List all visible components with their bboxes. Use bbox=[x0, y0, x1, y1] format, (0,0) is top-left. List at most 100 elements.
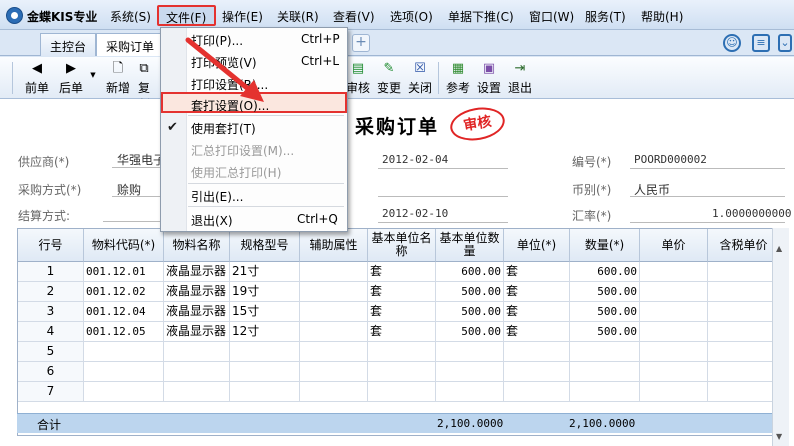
table-cell[interactable] bbox=[570, 342, 640, 362]
next-doc-dropdown-icon[interactable]: ▼ bbox=[88, 71, 98, 79]
table-cell[interactable]: 500.00 bbox=[570, 282, 640, 302]
table-cell[interactable]: 500.00 bbox=[570, 302, 640, 322]
prev-doc-button[interactable]: ◀ 前单 bbox=[22, 60, 52, 96]
col-header-base-unit-name[interactable]: 基本单位名称 bbox=[368, 229, 436, 262]
table-cell[interactable] bbox=[300, 322, 368, 342]
table-cell[interactable] bbox=[708, 362, 778, 382]
table-cell[interactable]: 液晶显示器 bbox=[164, 262, 230, 282]
table-cell[interactable] bbox=[84, 342, 164, 362]
menu-file[interactable]: 文件(F) bbox=[157, 5, 216, 26]
menu-view[interactable]: 查看(V) bbox=[333, 8, 375, 25]
table-cell[interactable] bbox=[230, 342, 300, 362]
table-cell[interactable]: 液晶显示器 bbox=[164, 282, 230, 302]
col-header-unit[interactable]: 单位(*) bbox=[504, 229, 570, 262]
table-cell[interactable] bbox=[164, 382, 230, 402]
menu-window[interactable]: 窗口(W) bbox=[529, 8, 574, 25]
table-cell[interactable]: 600.00 bbox=[436, 262, 504, 282]
tab-purchase-order[interactable]: 采购订单 bbox=[96, 33, 170, 56]
table-cell[interactable] bbox=[84, 362, 164, 382]
menu-push-down[interactable]: 单据下推(C) bbox=[448, 8, 514, 25]
scroll-up-icon[interactable]: ▲ bbox=[776, 244, 782, 253]
table-cell[interactable] bbox=[164, 362, 230, 382]
delivery-date-field[interactable]: 2012-02-10 bbox=[382, 207, 448, 220]
table-cell[interactable]: 500.00 bbox=[570, 322, 640, 342]
table-cell[interactable] bbox=[300, 342, 368, 362]
col-header-base-unit-qty[interactable]: 基本单位数量 bbox=[436, 229, 504, 262]
table-cell[interactable]: 001.12.05 bbox=[84, 322, 164, 342]
table-cell[interactable]: 500.00 bbox=[436, 322, 504, 342]
table-cell[interactable]: 500.00 bbox=[436, 282, 504, 302]
menu-item-export[interactable]: 引出(E)... bbox=[191, 188, 243, 205]
table-cell[interactable] bbox=[570, 382, 640, 402]
table-cell[interactable]: 套 bbox=[368, 282, 436, 302]
table-cell[interactable] bbox=[504, 382, 570, 402]
table-cell[interactable] bbox=[368, 382, 436, 402]
table-cell[interactable]: 6 bbox=[18, 362, 84, 382]
table-cell[interactable] bbox=[300, 382, 368, 402]
menu-item-summary-print-setup[interactable]: 汇总打印设置(M)... bbox=[191, 142, 294, 159]
table-cell[interactable] bbox=[300, 362, 368, 382]
table-cell[interactable]: 液晶显示器 bbox=[164, 302, 230, 322]
table-cell[interactable] bbox=[570, 362, 640, 382]
menu-item-exit[interactable]: 退出(X) bbox=[191, 212, 233, 229]
next-doc-button[interactable]: ▶ 后单 bbox=[56, 60, 86, 96]
col-header-aux-attr[interactable]: 辅助属性 bbox=[300, 229, 368, 262]
col-header-line-no[interactable]: 行号 bbox=[18, 229, 84, 262]
table-cell[interactable]: 套 bbox=[368, 322, 436, 342]
new-button[interactable]: 🗋 新增 bbox=[103, 60, 133, 96]
table-cell[interactable]: 套 bbox=[504, 282, 570, 302]
scroll-down-icon[interactable]: ▼ bbox=[776, 432, 782, 441]
table-cell[interactable]: 4 bbox=[18, 322, 84, 342]
menu-options[interactable]: 选项(O) bbox=[390, 8, 433, 25]
menu-relation[interactable]: 关联(R) bbox=[277, 8, 319, 25]
table-cell[interactable] bbox=[708, 282, 778, 302]
table-cell[interactable]: 12寸 bbox=[230, 322, 300, 342]
menu-system[interactable]: 系统(S) bbox=[110, 8, 151, 25]
table-cell[interactable]: 套 bbox=[368, 262, 436, 282]
table-cell[interactable]: 1 bbox=[18, 262, 84, 282]
table-cell[interactable] bbox=[300, 302, 368, 322]
table-cell[interactable] bbox=[164, 342, 230, 362]
table-cell[interactable] bbox=[640, 382, 708, 402]
table-cell[interactable]: 液晶显示器 bbox=[164, 322, 230, 342]
table-cell[interactable] bbox=[708, 342, 778, 362]
tab-console[interactable]: 主控台 bbox=[40, 33, 96, 56]
table-cell[interactable] bbox=[708, 382, 778, 402]
menu-item-use-summary-print[interactable]: 使用汇总打印(H) bbox=[191, 164, 281, 181]
smiley-icon[interactable]: ☺ bbox=[723, 34, 741, 52]
menu-service[interactable]: 服务(T) bbox=[585, 8, 626, 25]
table-cell[interactable]: 5 bbox=[18, 342, 84, 362]
table-cell[interactable] bbox=[708, 302, 778, 322]
table-cell[interactable] bbox=[708, 262, 778, 282]
table-cell[interactable] bbox=[640, 322, 708, 342]
menu-operation[interactable]: 操作(E) bbox=[222, 8, 263, 25]
number-field[interactable]: POORD000002 bbox=[634, 153, 707, 166]
table-cell[interactable] bbox=[436, 382, 504, 402]
table-cell[interactable]: 21寸 bbox=[230, 262, 300, 282]
table-cell[interactable] bbox=[640, 282, 708, 302]
col-header-material-code[interactable]: 物料代码(*) bbox=[84, 229, 164, 262]
table-cell[interactable]: 600.00 bbox=[570, 262, 640, 282]
table-cell[interactable] bbox=[708, 322, 778, 342]
table-cell[interactable] bbox=[640, 342, 708, 362]
table-cell[interactable] bbox=[504, 362, 570, 382]
table-cell[interactable] bbox=[436, 342, 504, 362]
exchange-rate-field[interactable]: 1.0000000000 bbox=[712, 207, 791, 220]
table-cell[interactable] bbox=[368, 342, 436, 362]
close-doc-button[interactable]: ☒ 关闭 bbox=[405, 60, 435, 96]
table-cell[interactable] bbox=[640, 302, 708, 322]
table-cell[interactable]: 3 bbox=[18, 302, 84, 322]
table-cell[interactable] bbox=[368, 362, 436, 382]
col-header-material-name[interactable]: 物料名称 bbox=[164, 229, 230, 262]
add-tab-icon[interactable]: + bbox=[352, 34, 370, 52]
table-cell[interactable]: 500.00 bbox=[436, 302, 504, 322]
message-icon[interactable]: ≡ bbox=[752, 34, 770, 52]
table-cell[interactable]: 套 bbox=[504, 302, 570, 322]
change-button[interactable]: ✎ 变更 bbox=[374, 60, 404, 96]
table-cell[interactable]: 15寸 bbox=[230, 302, 300, 322]
table-cell[interactable] bbox=[230, 382, 300, 402]
settings-button[interactable]: ▣ 设置 bbox=[474, 60, 504, 96]
table-cell[interactable] bbox=[504, 342, 570, 362]
table-cell[interactable] bbox=[230, 362, 300, 382]
table-cell[interactable] bbox=[84, 382, 164, 402]
